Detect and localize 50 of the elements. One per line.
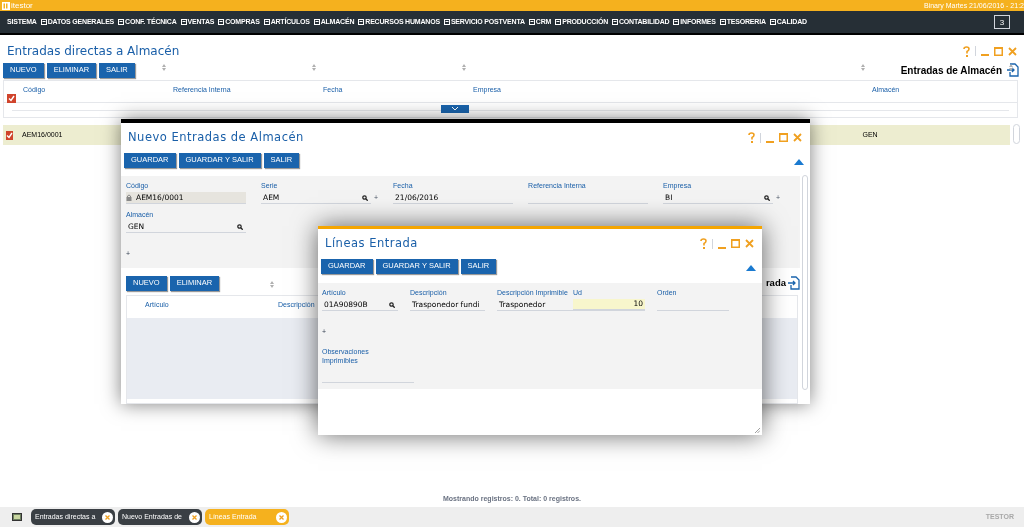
document-arrow-icon: [1007, 63, 1019, 77]
resize-grip-icon: [755, 428, 760, 433]
scrollbar-thumb[interactable]: [1013, 124, 1020, 144]
close-icon: [276, 511, 287, 523]
section-heading: Entradas de Almacén: [900, 63, 1002, 78]
close-icon[interactable]: [1008, 46, 1017, 56]
collapse-icon: [794, 159, 804, 165]
section-heading: rada: [765, 275, 786, 290]
desktop-icon: [12, 513, 22, 521]
maximize-icon[interactable]: [779, 133, 788, 142]
page-title: Entradas directas a Almacén: [7, 43, 180, 60]
menu-item-icon: [180, 19, 187, 25]
help-icon[interactable]: [700, 238, 707, 249]
close-icon: [189, 511, 200, 523]
checkbox[interactable]: [7, 94, 16, 103]
window-count-badge[interactable]: 3: [994, 15, 1010, 29]
checkbox[interactable]: [6, 130, 13, 140]
menu-item-icon: [528, 19, 535, 25]
menu-item-icon: [358, 19, 365, 25]
menu-item-icon: [118, 19, 125, 25]
sort-icon: [312, 64, 316, 71]
sort-icon: [270, 281, 274, 288]
maximize-icon[interactable]: [994, 46, 1003, 56]
sort-icon: [1009, 64, 1013, 71]
collapse-icon: [746, 265, 756, 271]
sort-icon: [162, 64, 166, 71]
menu-item-icon: [769, 19, 776, 25]
menu-item-icon: [40, 19, 47, 25]
maximize-icon[interactable]: [731, 239, 740, 248]
menu-item-icon: [313, 19, 320, 25]
close-icon: [102, 511, 113, 523]
dialog-title: Nuevo Entradas de Almacén: [128, 128, 304, 146]
menu-item-icon: [719, 19, 726, 25]
help-icon[interactable]: [963, 45, 970, 57]
sort-icon: [462, 64, 466, 71]
close-icon[interactable]: [745, 239, 754, 248]
menu-item-icon: [218, 19, 225, 25]
help-icon[interactable]: [748, 132, 755, 143]
menu-item-icon: [673, 19, 680, 25]
menu-item-icon: [443, 19, 450, 25]
app-logo: itestor: [11, 1, 33, 10]
dialog-title: Líneas Entrada: [325, 234, 418, 252]
sort-icon: [861, 64, 865, 71]
expand-toggle-icon: [441, 105, 469, 113]
document-arrow-icon: [788, 276, 800, 290]
menu-item-icon: [555, 19, 562, 25]
menu-item-icon: [263, 19, 270, 25]
menu-item-icon: [612, 19, 618, 25]
scrollbar-thumb[interactable]: [802, 175, 808, 390]
close-icon[interactable]: [793, 133, 802, 142]
